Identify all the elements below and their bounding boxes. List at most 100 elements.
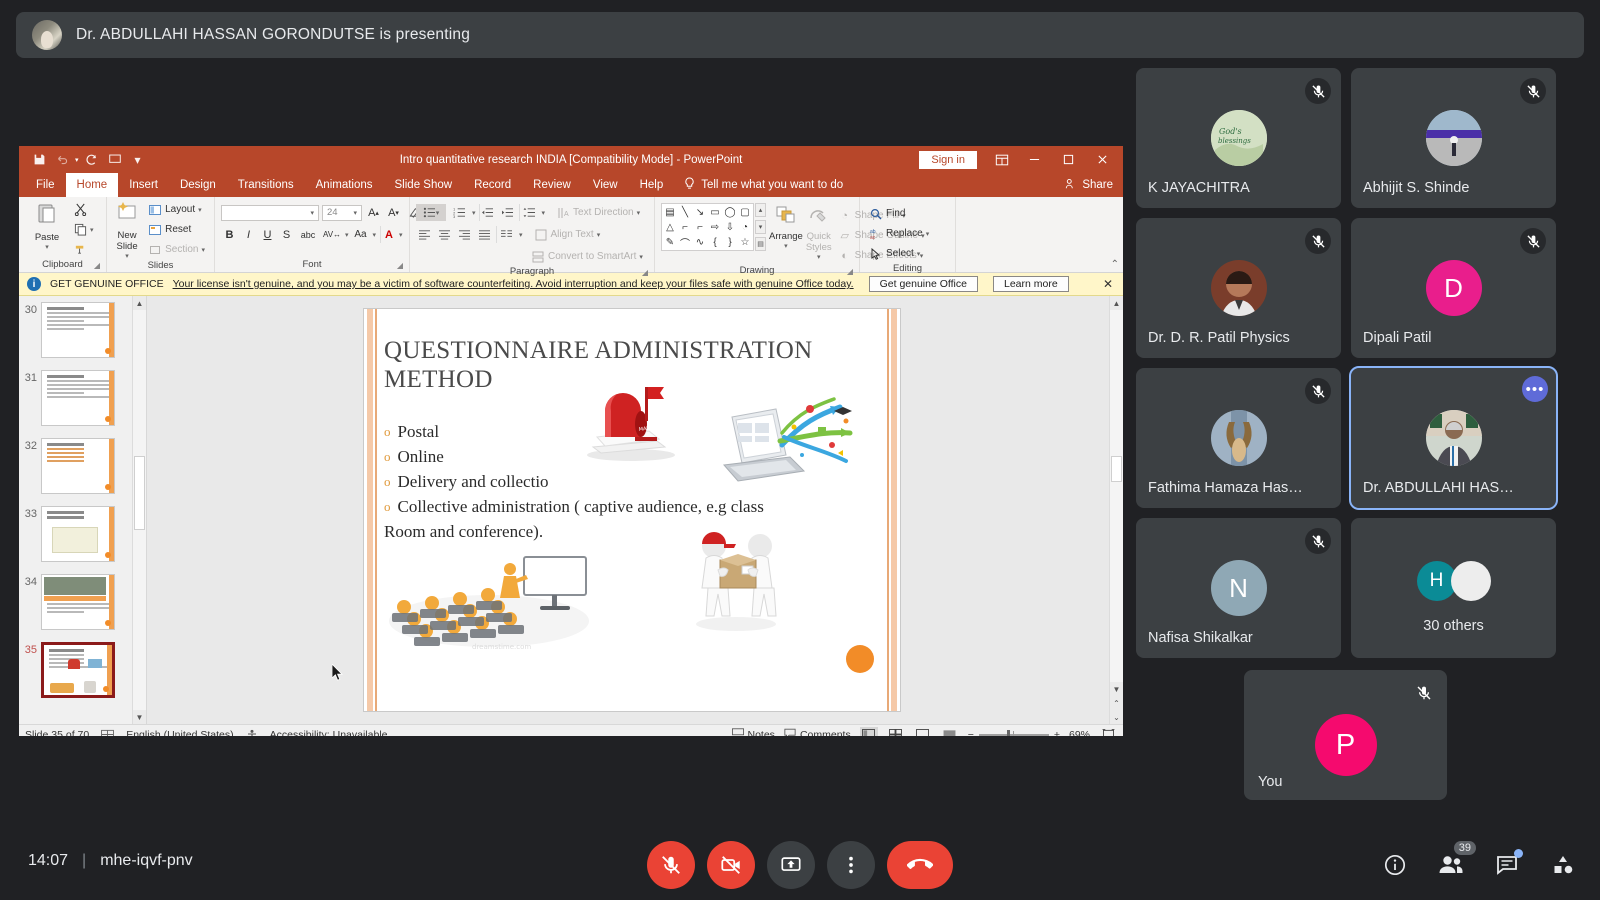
microphone-toggle-button[interactable] — [647, 841, 695, 889]
slide-vertical-scrollbar[interactable]: ▲ ▼ ⌃ ⌄ — [1109, 296, 1123, 724]
find-button[interactable]: Find — [866, 206, 908, 222]
copy-icon[interactable] — [73, 223, 87, 237]
columns-icon[interactable] — [496, 226, 516, 243]
text-box-shape-icon[interactable]: ▤ — [663, 205, 677, 219]
thumbnail-item[interactable]: 35 — [19, 640, 146, 708]
curve-shape-icon[interactable]: ⌒ — [678, 235, 692, 250]
participant-tile[interactable]: Abhijit S. Shinde — [1351, 68, 1556, 208]
thumbnail-item[interactable]: 34 — [19, 572, 146, 640]
normal-view-button[interactable] — [859, 727, 878, 736]
reading-view-button[interactable] — [914, 727, 932, 736]
layout-button[interactable]: Layout ▾ — [145, 202, 205, 218]
change-case-icon[interactable]: Aa — [351, 226, 371, 243]
columns-dropdown-icon[interactable]: ▾ — [519, 231, 523, 239]
section-button[interactable]: Section ▾ — [145, 242, 208, 258]
share-button[interactable]: Share — [1065, 173, 1123, 197]
align-left-icon[interactable] — [416, 226, 433, 243]
right-arrow-shape-icon[interactable]: ⇨ — [708, 220, 722, 234]
notes-button[interactable]: Notes — [731, 727, 775, 736]
font-color-dropdown-icon[interactable]: ▾ — [399, 231, 403, 239]
tab-insert[interactable]: Insert — [118, 173, 169, 197]
slide-scroll-down-icon[interactable]: ▼ — [1110, 682, 1123, 696]
thumbnail-scroll-down-icon[interactable]: ▼ — [133, 710, 146, 724]
participant-tile[interactable]: D Dipali Patil — [1351, 218, 1556, 358]
quick-styles-button[interactable]: Quick Styles ▾ — [806, 203, 832, 261]
thumbnail-scroll-up-icon[interactable]: ▲ — [133, 296, 146, 310]
thumbnail-item[interactable]: 30 — [19, 300, 146, 368]
close-button[interactable] — [1085, 146, 1119, 173]
undo-icon[interactable] — [52, 150, 72, 170]
learn-more-button[interactable]: Learn more — [992, 276, 1069, 292]
undo-dropdown-icon[interactable]: ▾ — [75, 156, 79, 164]
format-painter-icon[interactable] — [73, 243, 87, 257]
line-spacing-dropdown-icon[interactable]: ▾ — [542, 209, 546, 217]
tab-review[interactable]: Review — [522, 173, 582, 197]
cut-icon[interactable] — [73, 203, 87, 217]
font-size-dropdown-icon[interactable]: ▾ — [353, 209, 357, 217]
tab-file[interactable]: File — [25, 173, 66, 197]
shapes-grid[interactable]: ▤ ╲ ↘ ▭ ◯ ▢ △ ⌐ ⌐ ⇨ ⇩ ◔ ✎ ⌒ ∿ {} ☆ — [661, 203, 754, 251]
bullets-button[interactable]: ▾ — [416, 204, 446, 221]
thumbnail-item[interactable]: 32 — [19, 436, 146, 504]
select-dropdown-icon[interactable]: ▾ — [917, 250, 921, 258]
ribbon-tabs[interactable]: File Home Insert Design Transitions Anim… — [19, 173, 1123, 197]
thumbnail-slide-30[interactable] — [41, 302, 115, 358]
pie-shape-icon[interactable]: ◔ — [738, 220, 752, 234]
elbow-connector-icon[interactable]: ⌐ — [678, 220, 692, 234]
copy-dropdown-icon[interactable]: ▾ — [90, 226, 94, 234]
star-shape-icon[interactable]: ☆ — [738, 235, 752, 249]
bold-button[interactable]: B — [221, 226, 238, 243]
quick-styles-dropdown-icon[interactable]: ▾ — [817, 253, 821, 261]
decrease-font-size-icon[interactable]: A ▾ — [385, 204, 402, 221]
ribbon[interactable]: Paste ▾ ▾ Clipboard ◢ New Slide ▾ Layout… — [19, 197, 1123, 277]
language-icon[interactable] — [101, 729, 115, 736]
tab-transitions[interactable]: Transitions — [227, 173, 305, 197]
oval-shape-icon[interactable]: ◯ — [723, 205, 737, 219]
meeting-details-icon[interactable] — [1380, 850, 1410, 880]
rounded-rectangle-shape-icon[interactable]: ▢ — [738, 205, 752, 219]
numbering-dropdown-icon[interactable]: ▾ — [472, 209, 476, 217]
section-dropdown-icon[interactable]: ▾ — [201, 246, 205, 254]
align-text-dropdown-icon[interactable]: ▾ — [597, 231, 601, 239]
bullets-dropdown-icon[interactable]: ▾ — [436, 209, 440, 217]
participant-tile[interactable]: Fathima Hamaza Hassee… — [1136, 368, 1341, 508]
rectangle-shape-icon[interactable]: ▭ — [708, 205, 722, 219]
line-shape-icon[interactable]: ╲ — [678, 205, 692, 219]
thumbnail-item[interactable]: 31 — [19, 368, 146, 436]
present-screen-button[interactable] — [767, 841, 815, 889]
zoom-handle[interactable] — [1006, 729, 1010, 736]
slide-canvas-area[interactable]: Questionnaire administration method o Pos… — [147, 296, 1123, 724]
change-case-dropdown-icon[interactable]: ▾ — [373, 231, 377, 239]
current-slide[interactable]: Questionnaire administration method o Pos… — [364, 309, 900, 711]
left-brace-icon[interactable]: { — [708, 235, 722, 249]
restore-button[interactable] — [1051, 146, 1085, 173]
leave-call-button[interactable] — [887, 841, 953, 889]
previous-slide-icon[interactable]: ⌃ — [1110, 696, 1123, 710]
tab-record[interactable]: Record — [463, 173, 522, 197]
participant-tile[interactable]: Dr. D. R. Patil Physics — [1136, 218, 1341, 358]
italic-button[interactable]: I — [240, 226, 257, 243]
zoom-track[interactable] — [978, 729, 1049, 736]
people-icon[interactable]: 39 — [1436, 841, 1476, 880]
zoom-out-button[interactable]: − — [968, 729, 974, 737]
thumbnail-scroll-thumb[interactable] — [134, 456, 145, 530]
tab-slide-show[interactable]: Slide Show — [384, 173, 464, 197]
smartart-dropdown-icon[interactable]: ▾ — [639, 253, 643, 261]
arrange-dropdown-icon[interactable]: ▾ — [784, 242, 788, 250]
redo-icon[interactable] — [82, 150, 102, 170]
new-slide-dropdown-icon[interactable]: ▾ — [125, 252, 129, 260]
strikethrough-button[interactable]: abc — [297, 226, 319, 243]
tell-me-search[interactable]: Tell me what you want to do — [674, 173, 843, 197]
elbow-arrow-icon[interactable]: ⌐ — [693, 220, 707, 234]
tab-home[interactable]: Home — [65, 173, 119, 197]
quick-access-toolbar[interactable]: ▾ ▾ — [19, 150, 148, 170]
participant-tile[interactable]: God's blessings K JAYACHITRA — [1136, 68, 1341, 208]
thumbnail-scrollbar[interactable]: ▲ ▼ — [132, 296, 146, 724]
increase-font-size-icon[interactable]: A ▴ — [365, 204, 382, 221]
save-icon[interactable] — [29, 150, 49, 170]
more-options-icon[interactable]: ••• — [1522, 376, 1548, 402]
text-direction-dropdown-icon[interactable]: ▾ — [637, 209, 641, 217]
shapes-scroll-down-icon[interactable]: ▾ — [755, 220, 766, 234]
paste-dropdown-icon[interactable]: ▾ — [45, 243, 49, 251]
select-button[interactable]: Select ▾ — [866, 246, 923, 262]
